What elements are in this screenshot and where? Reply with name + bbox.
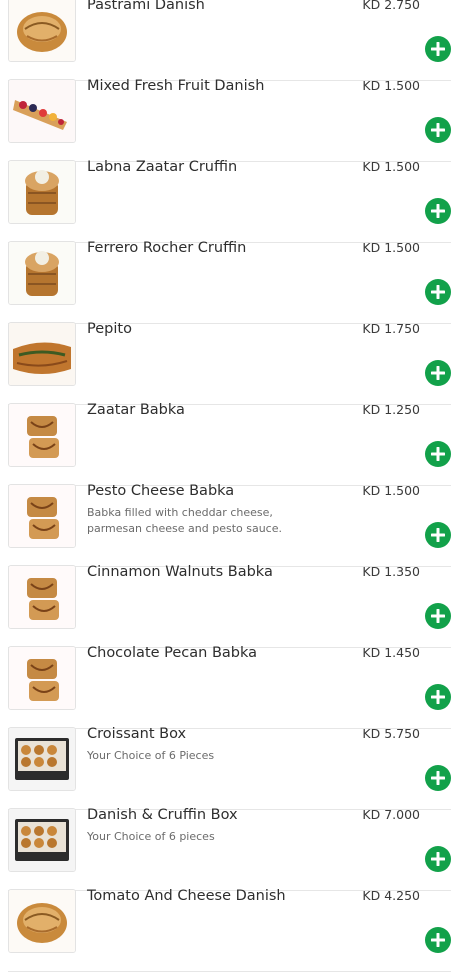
menu-item[interactable]: Tomato And Cheese Danish KD 4.250 — [0, 888, 465, 972]
add-to-cart-button[interactable] — [425, 603, 451, 629]
item-price: KD 1.450 — [362, 645, 420, 660]
item-name: Croissant Box — [87, 726, 187, 742]
item-name: Pepito — [87, 321, 132, 337]
item-name: Ferrero Rocher Cruffin — [87, 240, 247, 256]
add-to-cart-button[interactable] — [425, 684, 451, 710]
product-photo — [8, 241, 76, 305]
product-photo — [8, 889, 76, 953]
add-to-cart-button[interactable] — [425, 441, 451, 467]
plus-icon — [431, 771, 445, 785]
product-photo — [8, 727, 76, 791]
item-name: Zaatar Babka — [87, 402, 185, 418]
add-to-cart-button[interactable] — [425, 522, 451, 548]
item-name: Danish & Cruffin Box — [87, 807, 238, 823]
add-to-cart-button[interactable] — [425, 279, 451, 305]
plus-icon — [431, 447, 445, 461]
product-photo — [8, 0, 76, 62]
product-photo — [8, 79, 76, 143]
plus-icon — [431, 609, 445, 623]
item-price: KD 4.250 — [362, 888, 420, 903]
item-price: KD 1.500 — [362, 159, 420, 174]
item-price: KD 1.500 — [362, 483, 420, 498]
item-description: Your Choice of 6 Pieces — [87, 749, 215, 762]
add-to-cart-button[interactable] — [425, 198, 451, 224]
add-to-cart-button[interactable] — [425, 117, 451, 143]
plus-icon — [431, 852, 445, 866]
add-to-cart-button[interactable] — [425, 927, 451, 953]
menu-item[interactable]: Croissant Box Your Choice of 6 Pieces KD 5… — [0, 726, 465, 810]
item-price: KD 1.750 — [362, 321, 420, 336]
item-price: KD 1.350 — [362, 564, 420, 579]
menu-item[interactable]: Pesto Cheese Babka Babka filled with ched… — [0, 483, 465, 567]
menu-item[interactable]: Labna Zaatar Cruffin KD 1.500 — [0, 159, 465, 243]
item-name: Labna Zaatar Cruffin — [87, 159, 238, 175]
item-price: KD 5.750 — [362, 726, 420, 741]
menu-item[interactable]: Cinnamon Walnuts Babka KD 1.350 — [0, 564, 465, 648]
item-price: KD 7.000 — [362, 807, 420, 822]
plus-icon — [431, 204, 445, 218]
add-to-cart-button[interactable] — [425, 36, 451, 62]
menu-item[interactable]: Pepito KD 1.750 — [0, 321, 465, 405]
item-name: Pesto Cheese Babka — [87, 483, 235, 499]
item-name: Mixed Fresh Fruit Danish — [87, 78, 265, 94]
item-price: KD 1.500 — [362, 78, 420, 93]
product-photo — [8, 403, 76, 467]
menu-item[interactable]: Pastrami Danish KD 2.750 — [0, 0, 465, 81]
plus-icon — [431, 933, 445, 947]
item-price: KD 1.250 — [362, 402, 420, 417]
add-to-cart-button[interactable] — [425, 360, 451, 386]
item-description: Your Choice of 6 pieces — [87, 830, 215, 843]
product-photo — [8, 646, 76, 710]
plus-icon — [431, 285, 445, 299]
product-photo — [8, 160, 76, 224]
item-name: Chocolate Pecan Babka — [87, 645, 258, 661]
item-name: Tomato And Cheese Danish — [87, 888, 286, 904]
add-to-cart-button[interactable] — [425, 846, 451, 872]
add-to-cart-button[interactable] — [425, 765, 451, 791]
item-price: KD 2.750 — [362, 0, 420, 12]
item-name: Cinnamon Walnuts Babka — [87, 564, 273, 580]
item-price: KD 1.500 — [362, 240, 420, 255]
menu-item[interactable]: Mixed Fresh Fruit Danish KD 1.500 — [0, 78, 465, 162]
product-photo — [8, 565, 76, 629]
plus-icon — [431, 690, 445, 704]
menu-item[interactable]: Zaatar Babka KD 1.250 — [0, 402, 465, 486]
item-name: Pastrami Danish — [87, 0, 205, 13]
product-photo — [8, 808, 76, 872]
plus-icon — [431, 528, 445, 542]
menu-item[interactable]: Chocolate Pecan Babka KD 1.450 — [0, 645, 465, 729]
item-description: Babka filled with cheddar cheese, parmes… — [87, 506, 282, 535]
product-photo — [8, 322, 76, 386]
product-photo — [8, 484, 76, 548]
menu-item[interactable]: Danish & Cruffin Box Your Choice of 6 pie… — [0, 807, 465, 891]
menu-item[interactable]: Ferrero Rocher Cruffin KD 1.500 — [0, 240, 465, 324]
plus-icon — [431, 366, 445, 380]
plus-icon — [431, 42, 445, 56]
plus-icon — [431, 123, 445, 137]
menu-item-list: Pastrami Danish KD 2.750 Mixed Fresh Fruit… — [0, 0, 465, 972]
